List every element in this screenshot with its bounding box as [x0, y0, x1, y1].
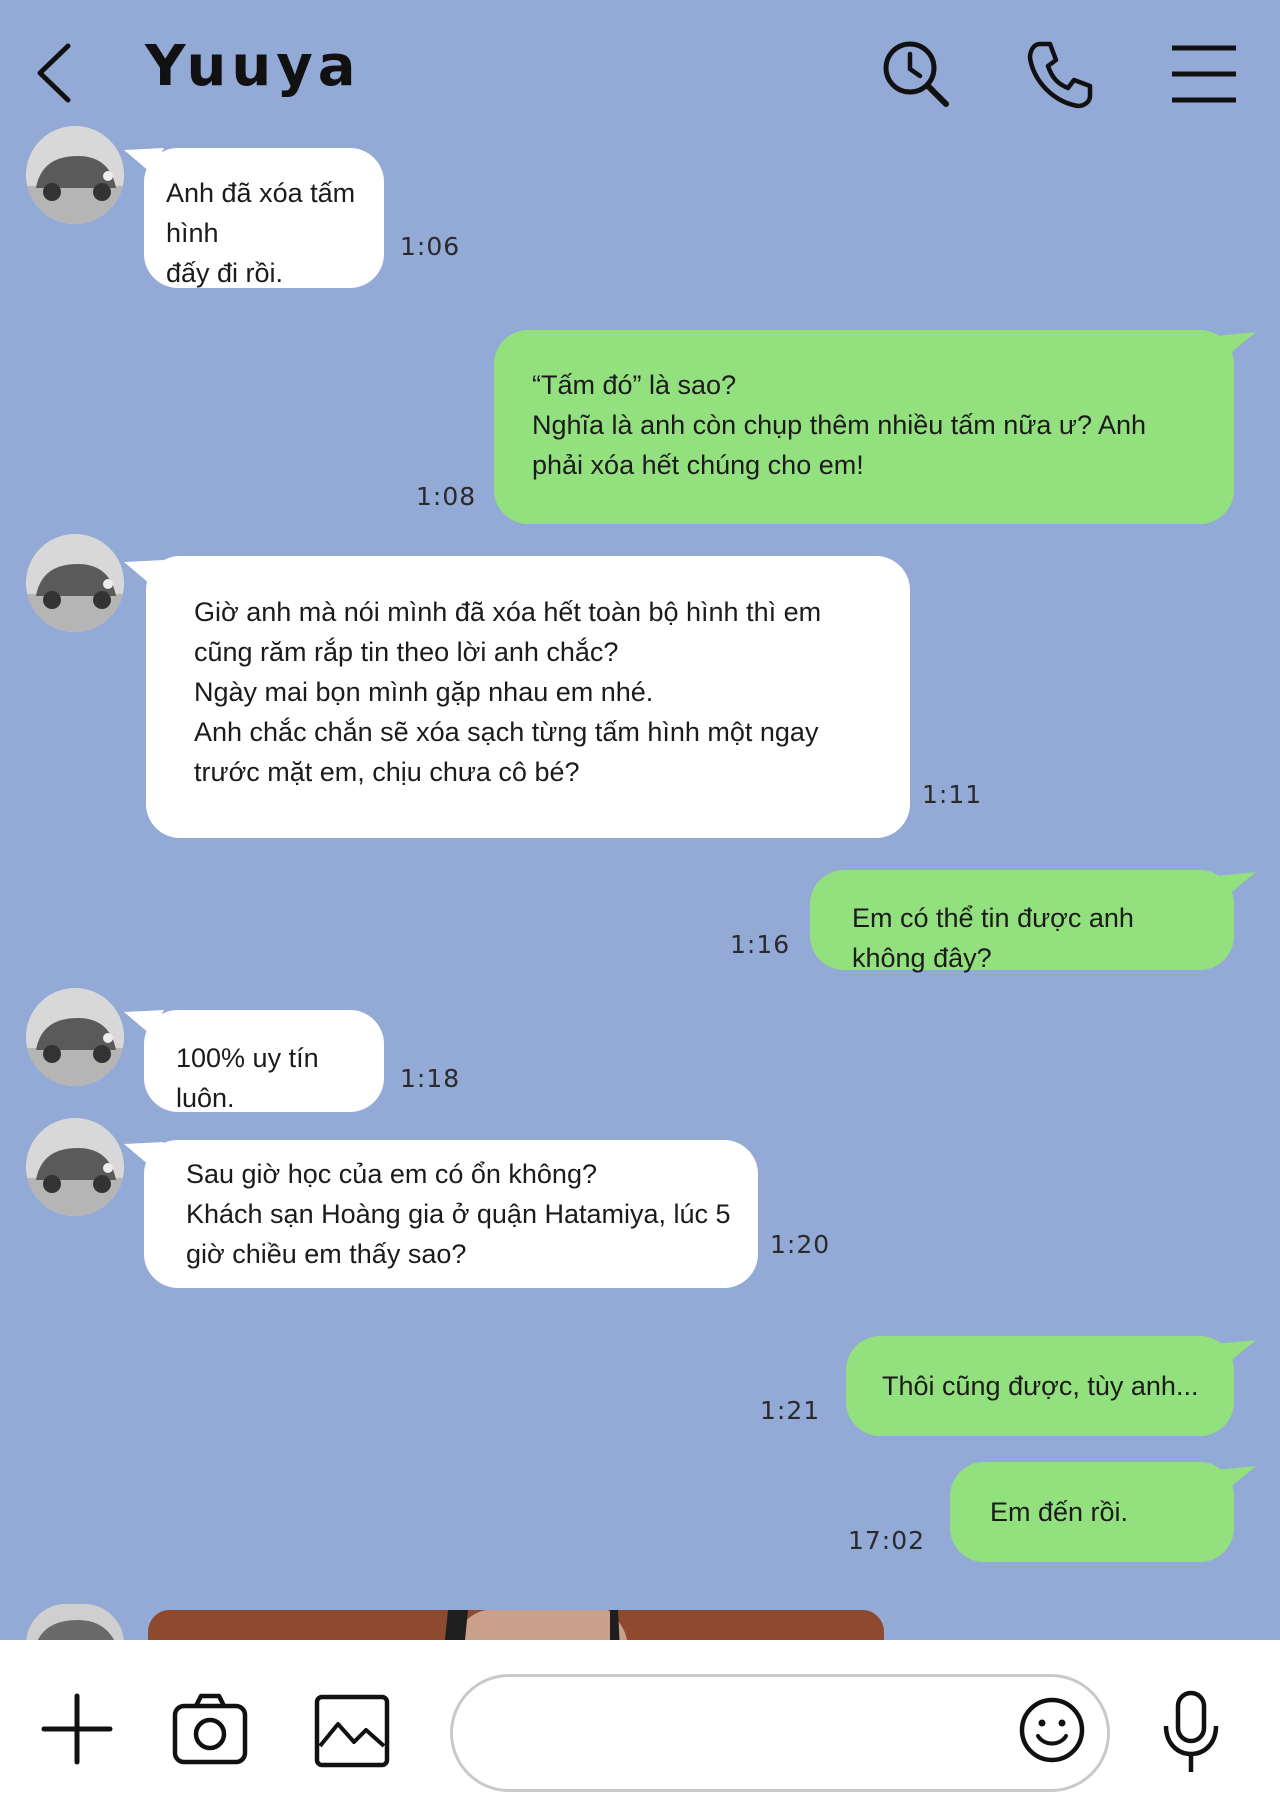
- message-bubble-incoming[interactable]: Giờ anh mà nói mình đã xóa hết toàn bộ h…: [146, 556, 910, 838]
- emoji-icon[interactable]: [1018, 1696, 1086, 1764]
- message-bubble-outgoing[interactable]: Em đến rồi.: [950, 1462, 1234, 1562]
- back-chevron-icon[interactable]: [30, 40, 80, 106]
- avatar[interactable]: [26, 988, 124, 1086]
- menu-icon[interactable]: [1166, 36, 1242, 112]
- chat-header: Yuuya: [0, 0, 1280, 130]
- avatar[interactable]: [26, 126, 124, 224]
- phone-icon[interactable]: [1022, 36, 1098, 112]
- microphone-icon[interactable]: [1160, 1690, 1222, 1776]
- message-time: 1:11: [922, 780, 983, 809]
- message-bubble-outgoing[interactable]: “Tấm đó” là sao? Nghĩa là anh còn chụp t…: [494, 330, 1234, 524]
- message-time: 1:06: [400, 232, 461, 261]
- plus-icon[interactable]: [40, 1692, 114, 1766]
- message-time: 1:20: [770, 1230, 831, 1259]
- avatar[interactable]: [26, 1118, 124, 1216]
- message-bubble-outgoing[interactable]: Thôi cũng được, tùy anh...: [846, 1336, 1234, 1436]
- message-time: 1:08: [416, 482, 477, 511]
- avatar[interactable]: [26, 1604, 124, 1644]
- message-time: 1:16: [730, 930, 791, 959]
- message-composer: [0, 1640, 1280, 1810]
- message-time: 1:21: [760, 1396, 821, 1425]
- camera-icon[interactable]: [172, 1692, 248, 1766]
- message-bubble-incoming[interactable]: 100% uy tín luôn.: [144, 1010, 384, 1113]
- message-time: 1:18: [400, 1064, 461, 1093]
- contact-name: Yuuya: [145, 34, 361, 99]
- image-icon[interactable]: [314, 1694, 390, 1768]
- message-bubble-incoming[interactable]: Anh đã xóa tấm hình đấy đi rồi.: [144, 148, 384, 288]
- message-bubble-outgoing[interactable]: Em có thể tin được anh không đây?: [810, 870, 1234, 973]
- message-time: 17:02: [848, 1526, 926, 1555]
- search-history-icon[interactable]: [878, 36, 954, 112]
- message-input[interactable]: [450, 1674, 1110, 1792]
- message-bubble-incoming[interactable]: Sau giờ học của em có ổn không? Khách sạ…: [144, 1140, 758, 1288]
- avatar[interactable]: [26, 534, 124, 632]
